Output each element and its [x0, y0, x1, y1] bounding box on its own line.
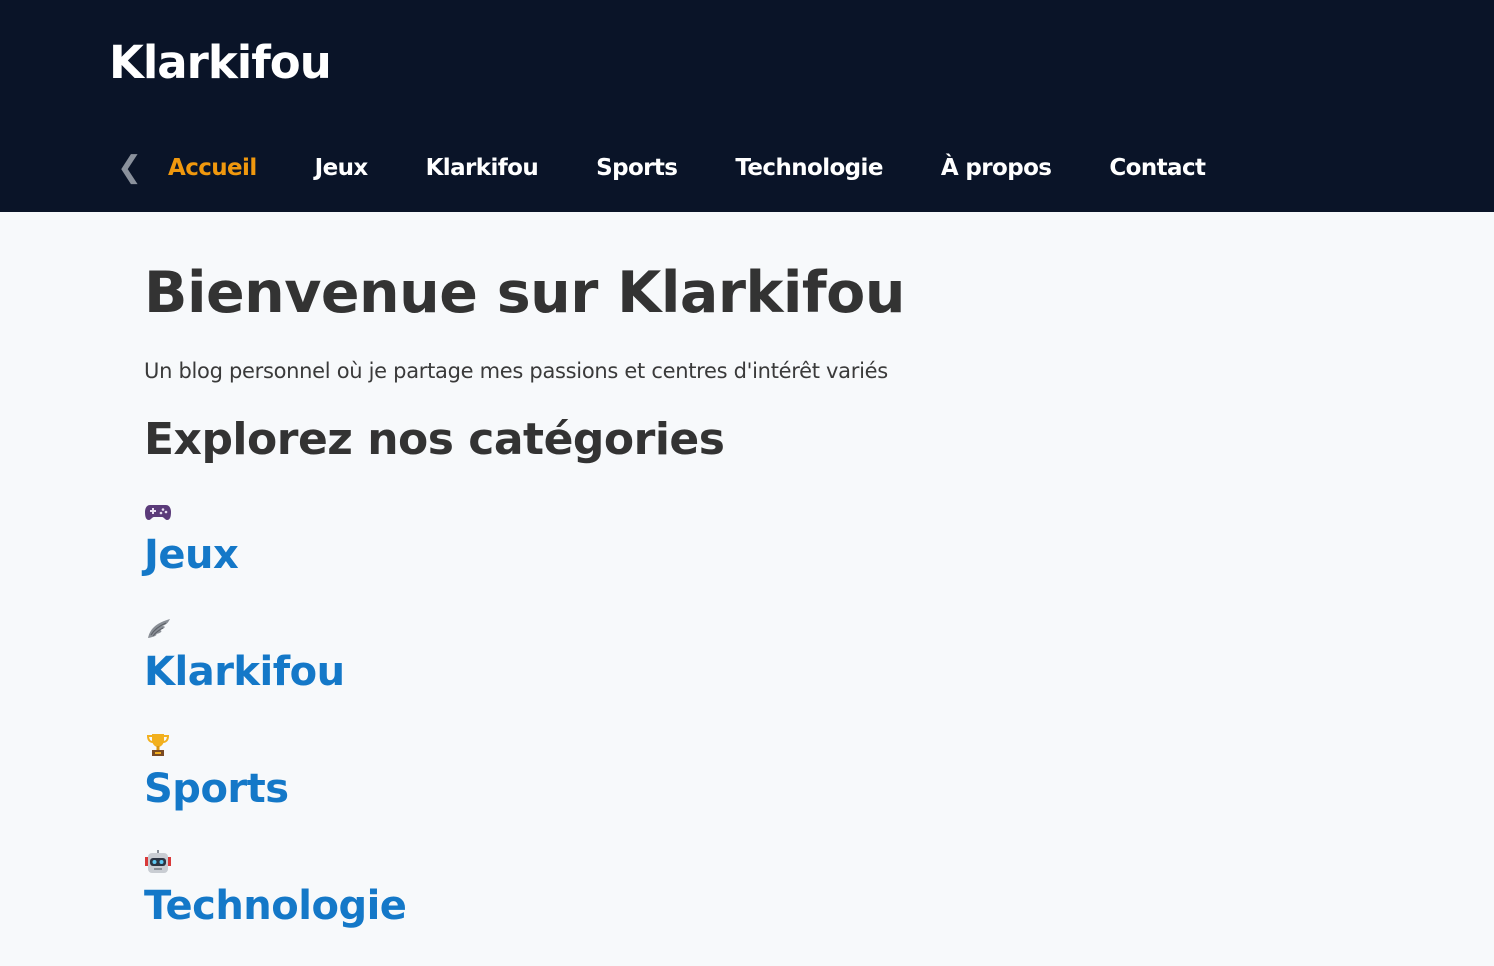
nav-back-chevron-icon[interactable]: ❮	[117, 153, 142, 183]
category-card-sports: Sports	[144, 732, 1344, 849]
nav-item-accueil[interactable]: Accueil	[168, 155, 257, 181]
nav-item-technologie[interactable]: Technologie	[735, 155, 883, 181]
category-card-jeux: Jeux	[144, 498, 1344, 615]
category-link-technologie[interactable]: Technologie	[144, 881, 1344, 931]
main-nav: ❮ Accueil Jeux Klarkifou Sports Technolo…	[117, 148, 1263, 188]
category-link-sports[interactable]: Sports	[144, 764, 1344, 814]
section-title: Explorez nos catégories	[144, 414, 725, 465]
nav-item-sports[interactable]: Sports	[596, 155, 678, 181]
gamepad-icon	[144, 498, 174, 526]
category-card-klarkifou: Klarkifou	[144, 615, 1344, 732]
category-link-jeux[interactable]: Jeux	[144, 530, 1344, 580]
nav-item-a-propos[interactable]: À propos	[941, 155, 1052, 181]
category-list: Jeux Klarkifou Sports Technologie	[144, 498, 1344, 966]
category-card-technologie: Technologie	[144, 849, 1344, 966]
page-subtitle: Un blog personnel où je partage mes pass…	[144, 359, 888, 383]
nav-item-jeux[interactable]: Jeux	[315, 155, 369, 181]
trophy-icon	[144, 732, 174, 760]
main-content: Bienvenue sur Klarkifou Un blog personne…	[144, 258, 1344, 966]
wing-icon	[144, 615, 174, 643]
robot-icon	[144, 849, 174, 877]
page-title: Bienvenue sur Klarkifou	[144, 260, 905, 326]
nav-item-contact[interactable]: Contact	[1109, 155, 1206, 181]
nav-item-klarkifou[interactable]: Klarkifou	[426, 155, 539, 181]
site-logo[interactable]: Klarkifou	[109, 36, 332, 89]
site-header: Klarkifou ❮ Accueil Jeux Klarkifou Sport…	[0, 0, 1494, 212]
category-link-klarkifou[interactable]: Klarkifou	[144, 647, 1344, 697]
